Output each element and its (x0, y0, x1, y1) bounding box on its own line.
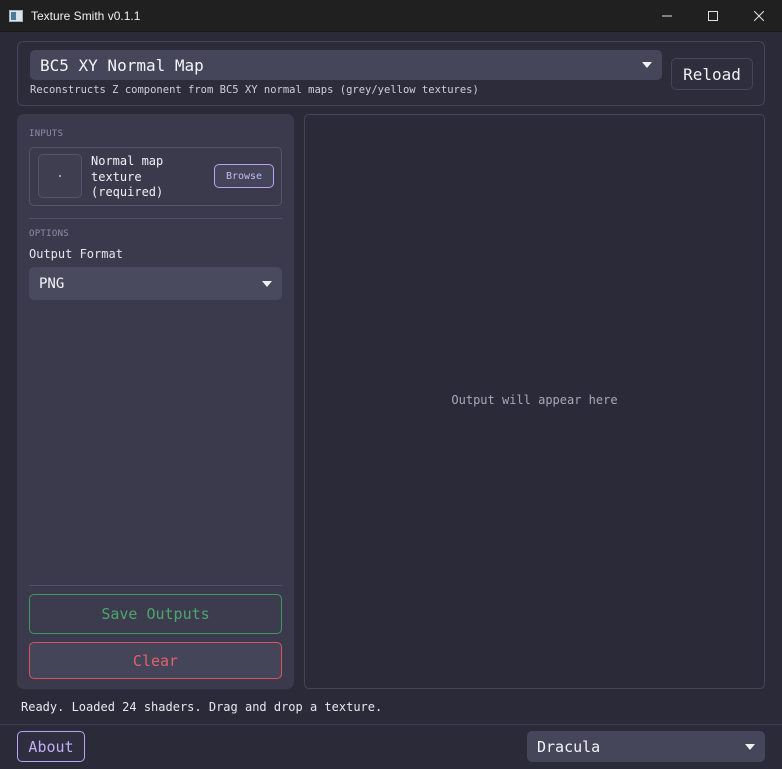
chevron-down-icon (642, 62, 652, 68)
theme-dropdown-value: Dracula (537, 737, 601, 756)
minimize-button[interactable] (644, 0, 690, 32)
output-format-value: PNG (39, 275, 65, 292)
controls-panel: INPUTS Normal map texture (required) Bro… (17, 114, 294, 689)
status-bar-text: Ready. Loaded 24 shaders. Drag and drop … (21, 700, 383, 714)
output-format-dropdown[interactable]: PNG (29, 267, 282, 300)
thumbnail-placeholder-icon (59, 175, 61, 177)
options-section-label: OPTIONS (29, 229, 70, 239)
input-slot-label: Normal map texture (required) (91, 154, 164, 199)
section-divider (29, 218, 282, 219)
title-bar: Texture Smith v0.1.1 (0, 0, 782, 32)
shader-description: Reconstructs Z component from BC5 XY nor… (30, 84, 479, 96)
inputs-section-label: INPUTS (29, 129, 64, 139)
chevron-down-icon (262, 280, 272, 287)
window-title: Texture Smith v0.1.1 (31, 8, 141, 23)
input-slot[interactable]: Normal map texture (required) Browse (29, 147, 282, 206)
close-button[interactable] (736, 0, 782, 32)
minimize-icon (662, 15, 672, 17)
browse-button[interactable]: Browse (214, 164, 274, 188)
footer-divider (0, 724, 782, 725)
maximize-icon (708, 11, 718, 21)
output-placeholder-text: Output will appear here (451, 393, 618, 407)
close-icon (754, 11, 764, 21)
window-controls (644, 0, 782, 32)
shader-dropdown[interactable]: BC5 XY Normal Map (30, 50, 662, 80)
maximize-button[interactable] (690, 0, 736, 32)
actions-divider (29, 585, 282, 586)
save-outputs-button[interactable]: Save Outputs (29, 594, 282, 634)
output-preview-panel[interactable]: Output will appear here (304, 114, 765, 689)
shader-dropdown-value: BC5 XY Normal Map (40, 55, 204, 75)
chevron-down-icon (745, 743, 755, 750)
clear-button[interactable]: Clear (29, 642, 282, 679)
app-icon (9, 9, 23, 22)
about-button[interactable]: About (17, 731, 85, 762)
theme-dropdown[interactable]: Dracula (527, 731, 765, 762)
shader-header-panel: BC5 XY Normal Map Reload Reconstructs Z … (17, 41, 765, 106)
texture-thumbnail[interactable] (38, 154, 82, 198)
output-format-label: Output Format (29, 247, 123, 261)
reload-button[interactable]: Reload (671, 58, 753, 90)
